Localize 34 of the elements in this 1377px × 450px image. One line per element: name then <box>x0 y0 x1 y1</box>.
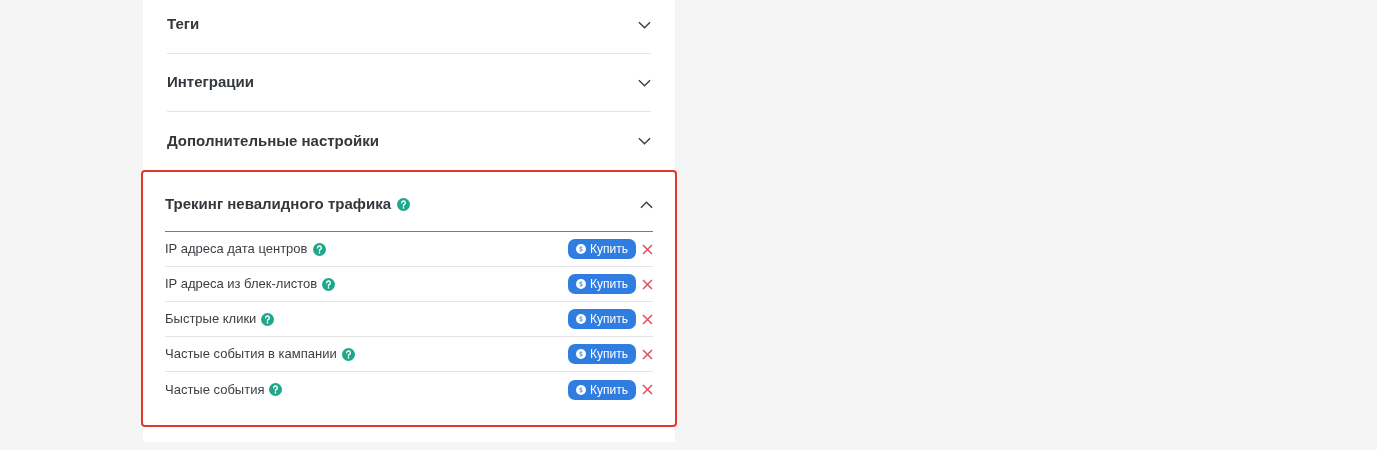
chevron-down-icon[interactable] <box>638 137 651 145</box>
section-title: Дополнительные настройки <box>167 130 379 151</box>
option-label: Быстрые клики <box>165 310 257 329</box>
buy-button[interactable]: Купить <box>568 309 636 329</box>
buy-button[interactable]: Купить <box>568 344 636 364</box>
remove-icon[interactable] <box>642 313 653 325</box>
option-label: Частые события в кампании <box>165 345 337 364</box>
option-label: Частые события <box>165 380 265 399</box>
help-icon[interactable] <box>269 383 283 396</box>
buy-button[interactable]: Купить <box>568 239 636 259</box>
coin-icon <box>576 384 587 395</box>
chevron-down-icon[interactable] <box>638 78 651 87</box>
help-icon[interactable] <box>322 277 336 291</box>
chevron-up-icon[interactable] <box>640 200 653 209</box>
remove-icon[interactable] <box>642 278 653 290</box>
coin-icon <box>576 244 587 254</box>
section-title: Трекинг невалидного трафика <box>165 194 391 215</box>
coin-icon <box>576 279 587 289</box>
section-title: Интеграции <box>167 72 254 93</box>
buy-button[interactable]: Купить <box>568 274 636 294</box>
option-label: IP адреса дата центров <box>165 240 308 259</box>
chevron-down-icon[interactable] <box>638 20 651 29</box>
remove-icon[interactable] <box>642 348 653 360</box>
coin-icon <box>576 349 587 359</box>
buy-button[interactable]: Купить <box>568 379 636 400</box>
help-icon[interactable] <box>397 198 410 211</box>
option-label: IP адреса из блек-листов <box>165 275 318 294</box>
help-icon[interactable] <box>312 242 326 256</box>
section-title: Теги <box>167 14 200 35</box>
help-icon[interactable] <box>341 347 355 361</box>
coin-icon <box>576 314 587 324</box>
remove-icon[interactable] <box>642 384 653 395</box>
remove-icon[interactable] <box>642 243 653 255</box>
help-icon[interactable] <box>261 312 275 326</box>
